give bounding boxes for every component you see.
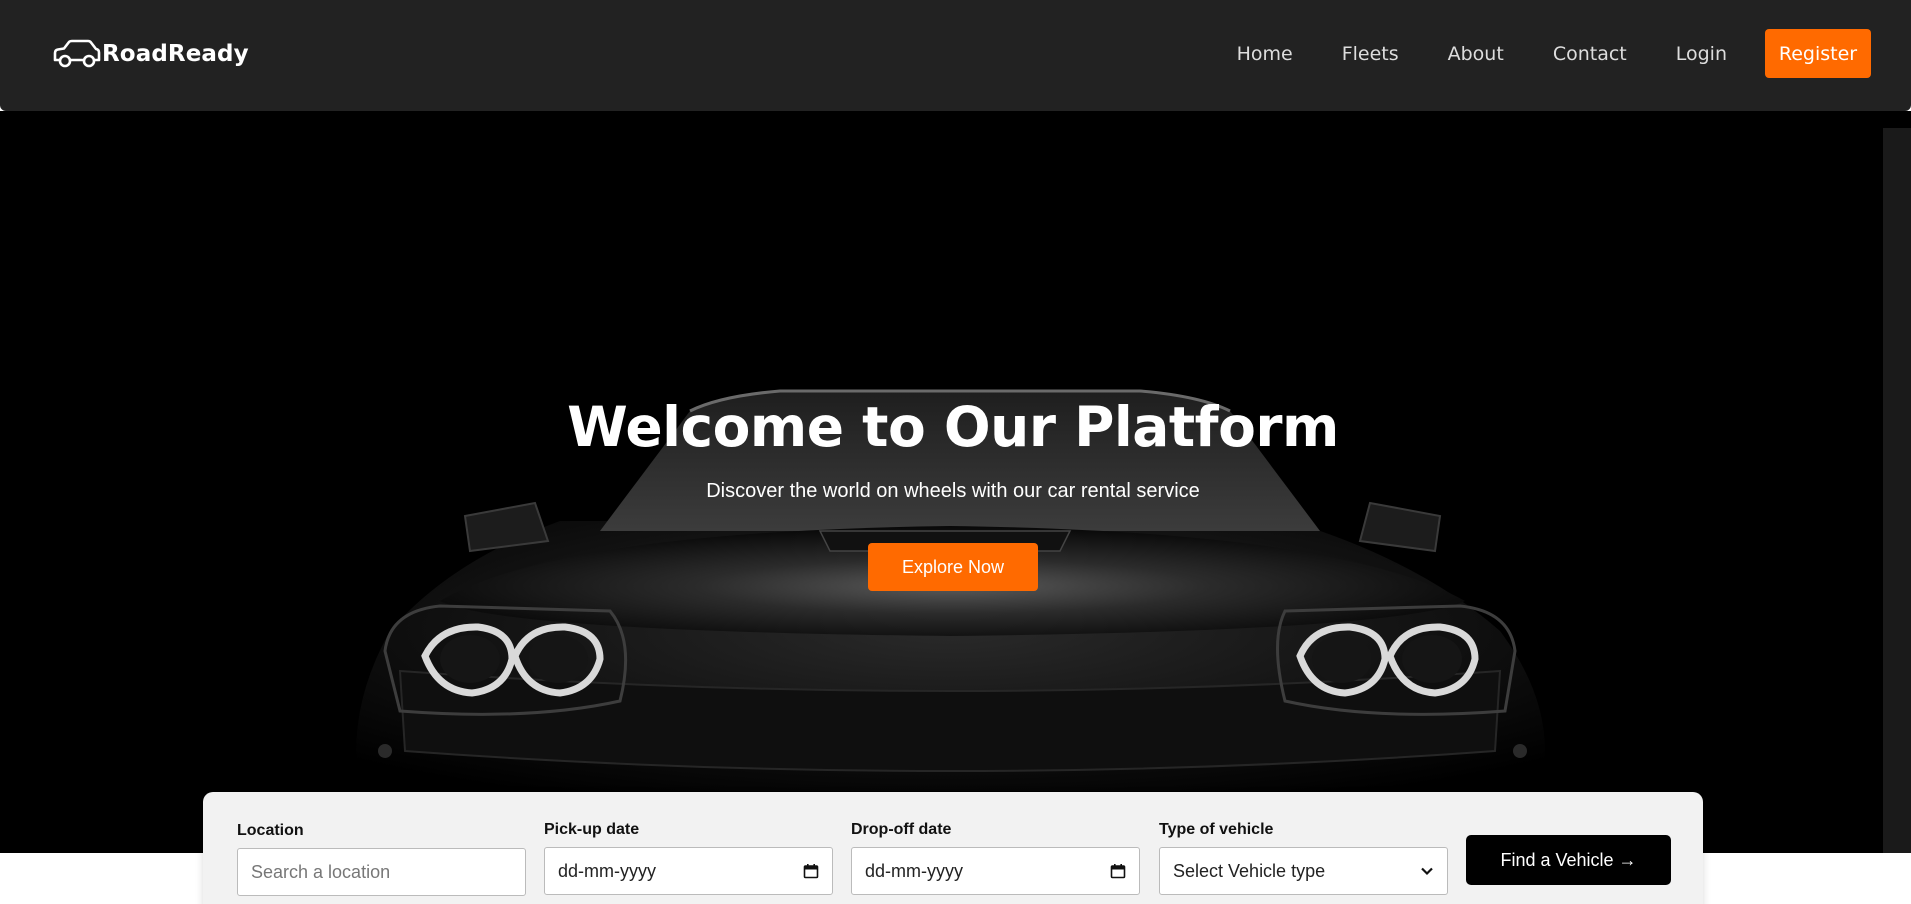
page: RoadReady Home Fleets About Contact Logi… [0, 0, 1911, 904]
pickup-date-label: Pick-up date [544, 821, 640, 838]
location-label: Location [237, 822, 304, 839]
nav-about[interactable]: About [1448, 43, 1504, 65]
find-vehicle-button[interactable]: Find a Vehicle → [1466, 835, 1671, 885]
pickup-date-value: dd-mm-yyyy [558, 860, 656, 881]
hero-title: Welcome to Our Platform [567, 395, 1339, 459]
vehicle-type-select[interactable]: Select Vehicle type [1159, 847, 1448, 895]
pickup-date-field: Pick-up date dd-mm-yyyy [544, 821, 833, 895]
brand-logo[interactable]: RoadReady [52, 35, 249, 73]
vehicle-type-selected: Select Vehicle type [1173, 860, 1326, 881]
chevron-down-icon [1421, 867, 1433, 876]
explore-now-button[interactable]: Explore Now [868, 543, 1038, 591]
brand-name: RoadReady [102, 41, 249, 67]
nav-links: Home Fleets About Contact Login Register [1237, 29, 1871, 78]
calendar-icon[interactable] [1110, 863, 1126, 879]
nav-contact[interactable]: Contact [1553, 43, 1627, 65]
hero-section: Welcome to Our Platform Discover the wor… [0, 111, 1911, 853]
navbar: RoadReady Home Fleets About Contact Logi… [0, 0, 1911, 111]
hero-subtitle: Discover the world on wheels with our ca… [706, 480, 1200, 502]
car-icon [53, 39, 101, 68]
vehicle-type-field: Type of vehicle Select Vehicle type [1159, 821, 1448, 895]
dropoff-date-input[interactable]: dd-mm-yyyy [851, 847, 1140, 895]
vehicle-type-label: Type of vehicle [1159, 821, 1274, 838]
vehicle-search-panel: Location Search a location Pick-up date … [203, 792, 1703, 904]
dropoff-date-field: Drop-off date dd-mm-yyyy [851, 821, 1140, 895]
dropoff-date-label: Drop-off date [851, 821, 952, 838]
location-input[interactable]: Search a location [237, 848, 526, 896]
location-field: Location Search a location [237, 822, 526, 896]
nav-fleets[interactable]: Fleets [1342, 43, 1399, 65]
calendar-icon[interactable] [803, 863, 819, 879]
nav-home[interactable]: Home [1237, 43, 1293, 65]
register-button[interactable]: Register [1765, 29, 1871, 78]
pickup-date-input[interactable]: dd-mm-yyyy [544, 847, 833, 895]
dropoff-date-value: dd-mm-yyyy [865, 860, 963, 881]
location-placeholder: Search a location [251, 861, 391, 882]
nav-login[interactable]: Login [1676, 43, 1727, 65]
